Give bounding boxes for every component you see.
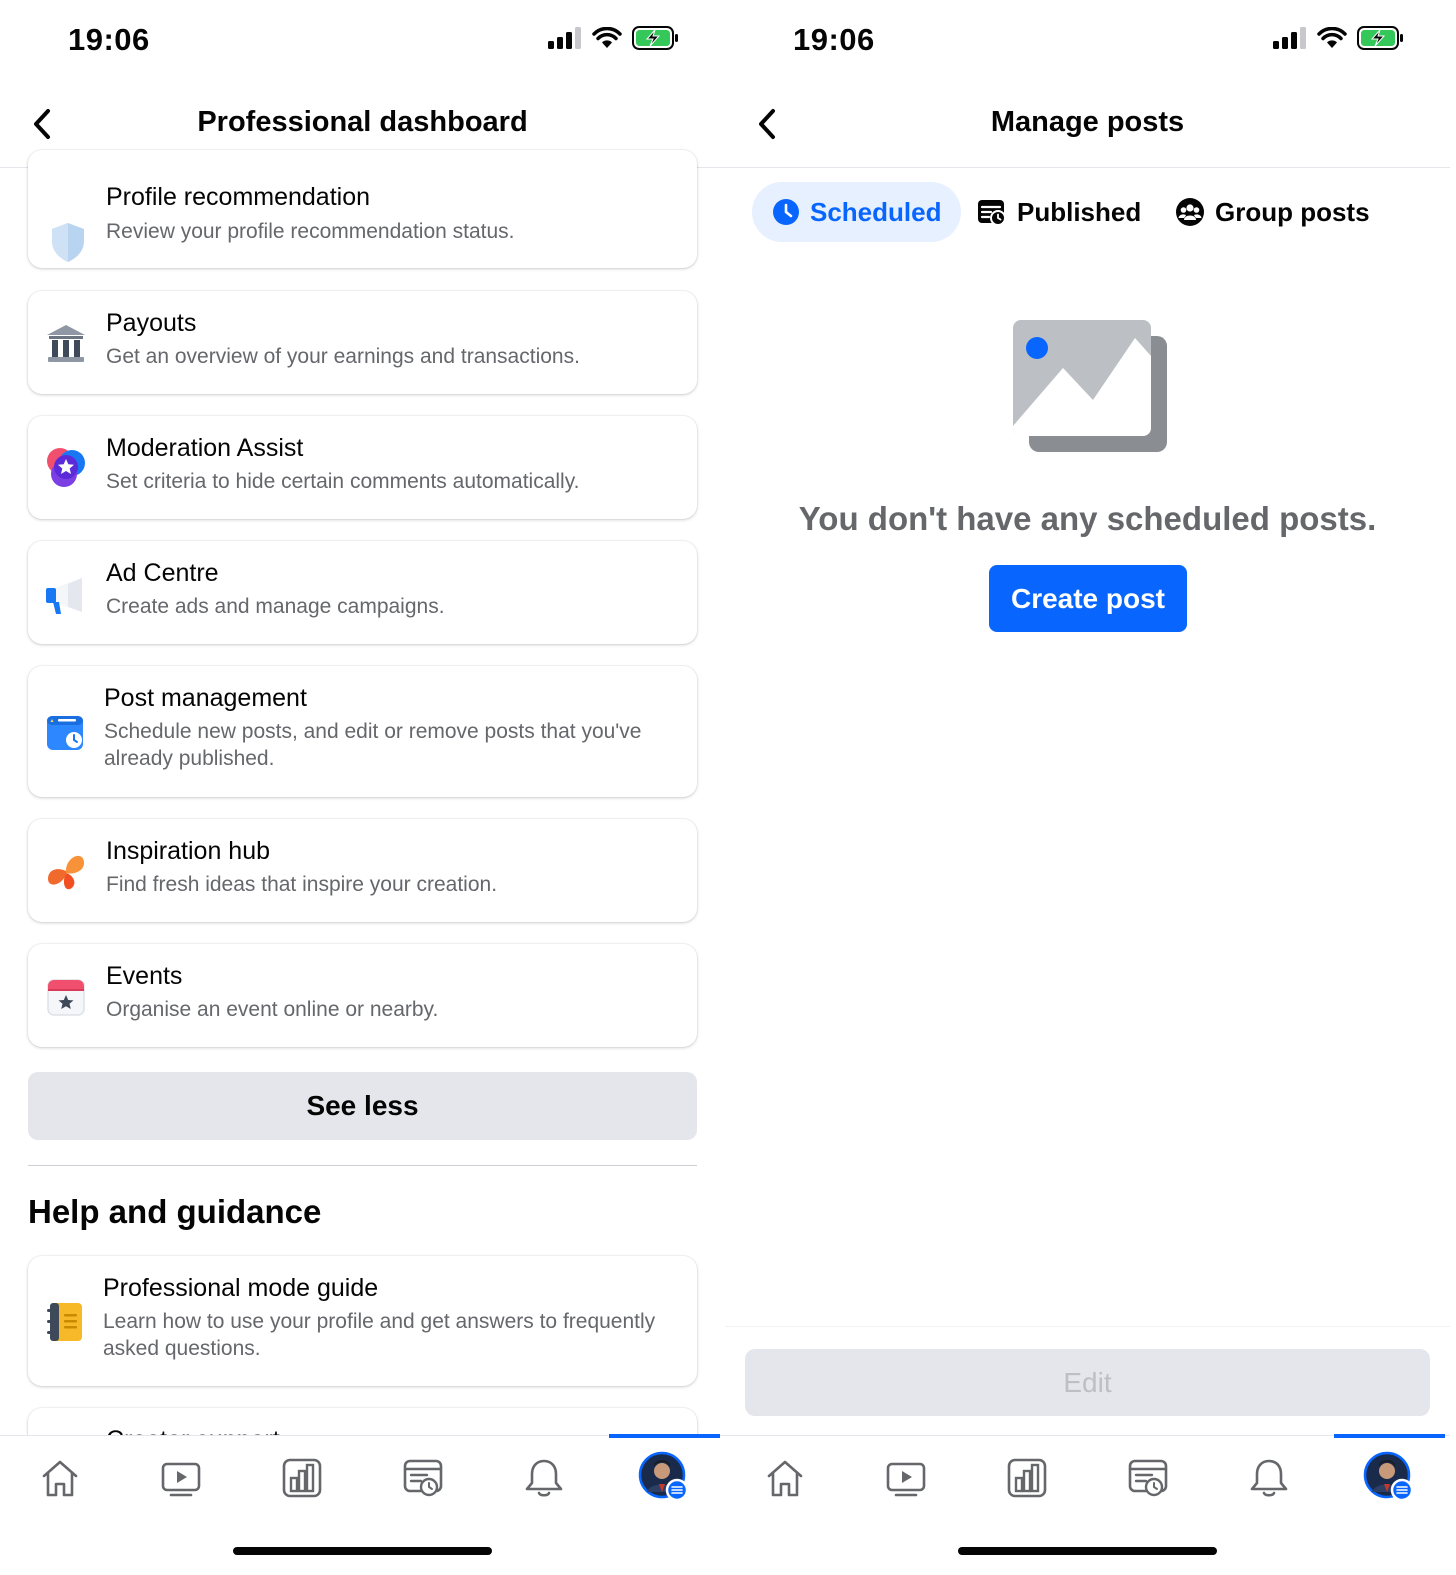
tool-subtitle: Set criteria to hide certain comments au… (106, 470, 580, 493)
help-title: Professional mode guide (103, 1274, 379, 1302)
battery-charging-icon (1357, 26, 1403, 50)
nav-feeds[interactable] (388, 1448, 458, 1508)
tool-subtitle: Create ads and manage campaigns. (106, 595, 445, 618)
tool-subtitle: Get an overview of your earnings and tra… (106, 345, 580, 368)
profile-avatar (1363, 1451, 1414, 1502)
dashboard-icon (282, 1458, 322, 1498)
video-icon (886, 1462, 926, 1497)
feeds-icon (403, 1459, 443, 1497)
status-time: 19:06 (68, 22, 150, 57)
nav-dashboard[interactable] (267, 1448, 337, 1508)
profile-avatar (638, 1451, 689, 1502)
help-subtitle: Learn how to use your profile and get an… (103, 1310, 656, 1360)
nav-notifications[interactable] (509, 1448, 579, 1508)
tool-subtitle: Find fresh ideas that inspire your creat… (106, 873, 498, 896)
professional-dashboard-screen: 19:06 Professional dashboard Profile rec… (0, 0, 725, 1575)
tool-card-payouts[interactable]: Payouts Get an overview of your earnings… (28, 291, 697, 394)
notebook-icon (47, 1303, 82, 1341)
see-less-button[interactable]: See less (28, 1072, 697, 1140)
home-indicator (958, 1547, 1217, 1555)
tool-title: Ad Centre (106, 559, 219, 587)
video-icon (161, 1462, 201, 1497)
bottom-nav (0, 1434, 725, 1575)
bank-icon (47, 325, 85, 362)
calendar-star-icon (47, 979, 85, 1016)
dashboard-icon (1007, 1458, 1047, 1498)
tool-subtitle: Organise an event online or nearby. (106, 998, 439, 1021)
signal-icon (548, 27, 581, 49)
nav-active-indicator (609, 1434, 720, 1438)
nav-video[interactable] (146, 1448, 216, 1508)
tool-title: Post management (104, 684, 307, 712)
nav-video[interactable] (871, 1448, 941, 1508)
tool-card-moderation-assist[interactable]: Moderation Assist Set criteria to hide c… (28, 416, 697, 519)
butterfly-icon (48, 855, 84, 890)
status-time: 19:06 (793, 22, 875, 57)
tab-label: Scheduled (810, 196, 942, 227)
header: Manage posts (725, 84, 1450, 168)
nav-home[interactable] (750, 1448, 820, 1508)
wifi-icon (592, 27, 622, 48)
page-title: Manage posts (990, 106, 1185, 138)
nav-home[interactable] (25, 1448, 95, 1508)
tool-card-events[interactable]: Events Organise an event online or nearb… (28, 944, 697, 1047)
tool-title: Moderation Assist (106, 434, 304, 462)
battery-charging-icon (632, 26, 678, 50)
feeds-icon (1128, 1459, 1168, 1497)
tab-label: Group posts (1215, 196, 1370, 227)
photo-placeholder-icon (1013, 320, 1167, 452)
divider (28, 1165, 697, 1166)
clock-icon (773, 199, 799, 225)
tool-title: Events (106, 962, 183, 990)
bottom-nav (725, 1434, 1450, 1575)
section-title: Help and guidance (28, 1193, 322, 1230)
bell-icon (1250, 1459, 1288, 1497)
home-icon (767, 1460, 803, 1497)
manage-posts-screen: 19:06 Manage posts Scheduled Published G… (725, 0, 1450, 1575)
home-indicator (233, 1547, 492, 1555)
tool-subtitle: Review your profile recommendation statu… (106, 220, 515, 243)
nav-feeds[interactable] (1113, 1448, 1183, 1508)
tab-scheduled[interactable]: Scheduled (752, 182, 962, 242)
bell-icon (525, 1459, 563, 1497)
tab-published[interactable]: Published (957, 182, 1161, 242)
edit-bar: Edit (725, 1326, 1450, 1436)
shield-icon (52, 223, 84, 262)
megaphone-icon (46, 578, 82, 614)
nav-profile[interactable] (630, 1448, 700, 1508)
star-badge-icon (47, 448, 85, 487)
nav-dashboard[interactable] (992, 1448, 1062, 1508)
published-icon (978, 200, 1006, 226)
edit-button[interactable]: Edit (745, 1349, 1430, 1416)
status-icons (548, 26, 680, 50)
signal-icon (1273, 27, 1306, 49)
nav-notifications[interactable] (1234, 1448, 1304, 1508)
nav-profile[interactable] (1355, 1448, 1425, 1508)
group-icon (1176, 198, 1204, 226)
tab-group-posts[interactable]: Group posts (1155, 182, 1390, 242)
tool-card-ad-centre[interactable]: Ad Centre Create ads and manage campaign… (28, 541, 697, 644)
status-icons (1273, 26, 1405, 50)
tool-title: Profile recommendation (106, 183, 371, 211)
tool-title: Inspiration hub (106, 837, 271, 865)
home-icon (42, 1460, 78, 1497)
tab-label: Published (1017, 196, 1142, 227)
page-title: Professional dashboard (197, 106, 528, 138)
tool-card-profile-recommendation[interactable]: Profile recommendation Review your profi… (28, 150, 697, 268)
calendar-clock-icon (47, 716, 83, 750)
nav-active-indicator (1334, 1434, 1445, 1438)
create-post-button[interactable]: Create post (989, 565, 1187, 632)
tool-card-post-management[interactable]: Post management Schedule new posts, and … (28, 666, 697, 797)
wifi-icon (1317, 27, 1347, 48)
empty-state-message: You don't have any scheduled posts. (798, 500, 1377, 537)
tool-subtitle: Schedule new posts, and edit or remove p… (104, 720, 642, 770)
help-card-professional-mode-guide[interactable]: Professional mode guide Learn how to use… (28, 1256, 697, 1386)
tool-card-inspiration-hub[interactable]: Inspiration hub Find fresh ideas that in… (28, 819, 697, 922)
tool-title: Payouts (106, 309, 197, 337)
